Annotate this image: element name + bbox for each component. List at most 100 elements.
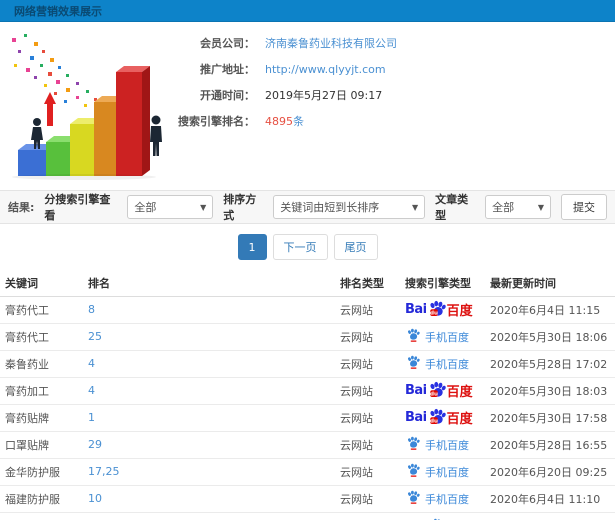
rank-link[interactable]: 10 <box>88 492 102 505</box>
rank-link[interactable]: 17,25 <box>88 465 120 478</box>
mobile-baidu-paw-icon <box>406 490 420 507</box>
chevron-down-icon: ▼ <box>200 202 207 212</box>
baidu-pc-logo: Bai du 百度 <box>405 300 473 320</box>
updated-cell: 2020年6月4日 11:15 <box>490 296 615 324</box>
rank-link[interactable]: 4 <box>88 384 95 397</box>
company-info-section: 会员公司： 济南秦鲁药业科技有限公司 推广地址： http://www.qlyy… <box>0 22 615 190</box>
svg-text:du: du <box>430 418 438 424</box>
svg-text:du: du <box>430 391 438 397</box>
rankings-table: 关键词 排名 排名类型 搜索引擎类型 最新更新时间 膏药代工 8 云网站 Bai d… <box>0 270 615 513</box>
page-1-button[interactable]: 1 <box>237 234 267 260</box>
mobile-baidu-paw-icon <box>406 355 420 372</box>
engine-filter-select[interactable]: 全部 ▼ <box>127 195 214 219</box>
updated-cell: 2020年6月20日 09:25 <box>490 458 615 486</box>
chevron-down-icon: ▼ <box>411 202 419 212</box>
company-info-rows: 会员公司： 济南秦鲁药业科技有限公司 推广地址： http://www.qlyy… <box>175 30 397 134</box>
result-label: 结果: <box>8 201 35 214</box>
rank-link[interactable]: 8 <box>88 303 95 316</box>
keyword-cell: 膏药加工 <box>0 377 88 405</box>
rank-type-cell: 云网站 <box>340 296 405 324</box>
submit-button[interactable]: 提交 <box>561 194 608 220</box>
keyword-cell: 口罩贴牌 <box>0 431 88 459</box>
businessman-right <box>150 115 162 156</box>
confetti-dots <box>12 34 106 111</box>
baidu-paw-icon: du <box>428 408 446 428</box>
rank-link[interactable]: 4 <box>88 357 95 370</box>
mobile-baidu-paw-icon <box>406 463 420 480</box>
sort-select[interactable]: 关键词由短到长排序 ▼ <box>273 195 426 219</box>
up-arrow-icon <box>44 92 56 126</box>
baidu-pc-logo: Bai du 百度 <box>405 381 473 401</box>
title-bar: 网络营销效果展示 <box>0 0 615 22</box>
rank-type-cell: 云网站 <box>340 323 405 351</box>
engine-type-cell: Bai du 百度 <box>405 377 490 405</box>
table-row: 金华防护服 17,25 云网站 手机百度 2020年6月20日 09:25 <box>0 458 615 486</box>
bar-chart-clipart <box>4 28 169 184</box>
rank-type-cell: 云网站 <box>340 485 405 513</box>
baidu-mobile-logo: 手机百度 <box>405 490 469 507</box>
col-updated: 最新更新时间 <box>490 270 615 297</box>
mobile-baidu-paw-icon <box>406 436 420 453</box>
engine-type-cell: 手机百度 <box>405 485 490 513</box>
baidu-mobile-logo: 手机百度 <box>405 463 469 480</box>
member-company-link[interactable]: 济南秦鲁药业科技有限公司 <box>265 35 397 51</box>
baidu-mobile-logo: 手机百度 <box>405 436 469 453</box>
open-time-label: 开通时间： <box>200 89 255 102</box>
table-row: 膏药贴牌 1 云网站 Bai du 百度 2020年5月30日 17:58 <box>0 404 615 432</box>
baidu-mobile-logo: 手机百度 <box>405 355 469 372</box>
keyword-cell: 膏药代工 <box>0 323 88 351</box>
col-engine-type: 搜索引擎类型 <box>405 270 490 297</box>
sort-label: 排序方式 <box>223 193 257 222</box>
promo-url-row: 推广地址： http://www.qlyyjt.com <box>175 56 397 82</box>
filter-bar: 结果: 分搜索引擎查看 全部 ▼ 排序方式 关键词由短到长排序 ▼ 文章类型 全… <box>0 190 615 224</box>
rank-type-cell: 云网站 <box>340 377 405 405</box>
table-row: 福建防护服 10 云网站 手机百度 2020年6月4日 11:10 <box>0 485 615 513</box>
marketing-dashboard: 网络营销效果展示 会员公司： 济南秦鲁药业科技有限公司 推广地址： http:/… <box>0 0 615 520</box>
article-type-select[interactable]: 全部 ▼ <box>485 195 552 219</box>
keyword-cell: 膏药贴牌 <box>0 404 88 432</box>
promo-url-label: 推广地址： <box>200 63 255 76</box>
updated-cell: 2020年5月28日 16:55 <box>490 431 615 459</box>
rank-link[interactable]: 25 <box>88 330 102 343</box>
open-time-row: 开通时间： 2019年5月27日 09:17 <box>175 82 397 108</box>
promo-url-link[interactable]: http://www.qlyyjt.com <box>265 63 386 76</box>
baidu-paw-icon: du <box>428 300 446 320</box>
col-rank: 排名 <box>88 270 340 297</box>
rank-type-cell: 云网站 <box>340 458 405 486</box>
rank-link[interactable]: 29 <box>88 438 102 451</box>
engine-type-cell: 手机百度 <box>405 350 490 378</box>
engine-rank-row: 搜索引擎排名： 4895条 <box>175 108 397 134</box>
next-page-button[interactable]: 下一页 <box>272 234 328 260</box>
mobile-baidu-paw-icon <box>406 328 420 345</box>
engine-rank-label: 搜索引擎排名： <box>178 115 255 128</box>
engine-type-cell: 手机百度 <box>405 458 490 486</box>
pagination: 1 下一页 尾页 <box>0 224 615 270</box>
rank-link[interactable]: 1 <box>88 411 95 424</box>
rank-type-cell: 云网站 <box>340 350 405 378</box>
rank-count: 4895 <box>265 115 293 128</box>
rank-type-cell: 云网站 <box>340 404 405 432</box>
keyword-cell: 福建防护服 <box>0 485 88 513</box>
updated-cell: 2020年5月28日 17:02 <box>490 350 615 378</box>
col-rank-type: 排名类型 <box>340 270 405 297</box>
engine-type-cell: Bai du 百度 <box>405 404 490 432</box>
engine-type-cell: Bai du 百度 <box>405 296 490 324</box>
engine-type-cell: 手机百度 <box>405 323 490 351</box>
engine-rank-value: 4895条 <box>265 113 304 129</box>
open-time-value: 2019年5月27日 09:17 <box>265 89 383 102</box>
keyword-cell: 金华防护服 <box>0 458 88 486</box>
last-page-button[interactable]: 尾页 <box>333 234 378 260</box>
updated-cell: 2020年5月30日 18:03 <box>490 377 615 405</box>
page-title: 网络营销效果展示 <box>14 4 102 18</box>
updated-cell: 2020年5月30日 17:58 <box>490 404 615 432</box>
article-type-label: 文章类型 <box>435 193 469 222</box>
partial-next-row: 手机百度 <box>0 516 615 520</box>
table-row: 秦鲁药业 4 云网站 手机百度 2020年5月28日 17:02 <box>0 350 615 378</box>
table-header-row: 关键词 排名 排名类型 搜索引擎类型 最新更新时间 <box>0 270 615 297</box>
col-keyword: 关键词 <box>0 270 88 297</box>
table-row: 口罩贴牌 29 云网站 手机百度 2020年5月28日 16:55 <box>0 431 615 459</box>
baidu-paw-icon: du <box>428 381 446 401</box>
table-row: 膏药代工 25 云网站 手机百度 2020年5月30日 18:06 <box>0 323 615 351</box>
table-row: 膏药加工 4 云网站 Bai du 百度 2020年5月30日 18:03 <box>0 377 615 405</box>
member-company-row: 会员公司： 济南秦鲁药业科技有限公司 <box>175 30 397 56</box>
